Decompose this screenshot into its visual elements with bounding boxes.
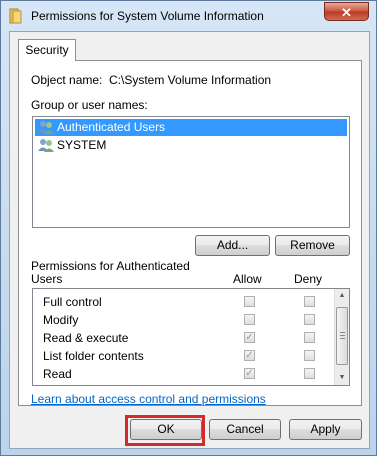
permission-row-read-execute: Read & execute ✓ (33, 329, 333, 347)
group-user-list[interactable]: Authenticated Users SYSTEM (32, 116, 350, 228)
permission-label: List folder contents (43, 349, 144, 363)
scroll-thumb[interactable] (336, 307, 348, 365)
access-control-help-link[interactable]: Learn about access control and permissio… (31, 392, 266, 406)
allow-column-header: Allow (233, 272, 262, 286)
users-icon (38, 139, 54, 152)
remove-button[interactable]: Remove (275, 235, 350, 256)
scroll-up-icon[interactable]: ▲ (335, 289, 349, 303)
permissions-header-line2: Users (31, 272, 63, 286)
security-panel: Object name: C:\System Volume Informatio… (18, 60, 362, 406)
grip-icon (340, 335, 345, 336)
list-item-authenticated-users[interactable]: Authenticated Users (35, 119, 347, 136)
user-name: SYSTEM (57, 138, 107, 152)
allow-checkbox[interactable] (244, 296, 255, 307)
object-name-value: C:\System Volume Information (109, 73, 272, 87)
permission-row-list-folder-contents: List folder contents ✓ (33, 347, 333, 365)
object-name-label: Object name: (31, 73, 103, 87)
list-item-system[interactable]: SYSTEM (35, 137, 347, 154)
deny-checkbox[interactable] (304, 296, 315, 307)
apply-button[interactable]: Apply (289, 419, 362, 440)
close-button[interactable]: ✕ (324, 2, 369, 21)
user-name: Authenticated Users (57, 120, 166, 134)
ok-button-highlight (125, 415, 205, 446)
scroll-down-icon[interactable]: ▼ (335, 371, 349, 385)
deny-checkbox[interactable] (304, 368, 315, 379)
close-icon: ✕ (341, 5, 352, 20)
grip-icon (340, 332, 345, 333)
permissions-dialog: Permissions for System Volume Informatio… (0, 0, 377, 456)
window-title: Permissions for System Volume Informatio… (31, 9, 264, 23)
add-button[interactable]: Add... (195, 235, 270, 256)
permission-label: Read & execute (43, 331, 129, 345)
deny-checkbox[interactable] (304, 332, 315, 343)
permissions-scrollbar[interactable]: ▲ ▼ (334, 289, 349, 385)
permission-row-full-control: Full control (33, 293, 333, 311)
dialog-body: Security Object name: C:\System Volume I… (9, 31, 370, 449)
permissions-header-line1: Permissions for Authenticated (31, 259, 190, 273)
allow-checkbox[interactable] (244, 314, 255, 325)
permission-row-modify: Modify (33, 311, 333, 329)
permissions-list: Full control Modify Read & execute ✓ Lis… (32, 288, 350, 386)
permission-row-read: Read ✓ (33, 365, 333, 383)
grip-icon (340, 338, 345, 339)
cancel-button[interactable]: Cancel (209, 419, 281, 440)
permission-label: Full control (43, 295, 102, 309)
deny-checkbox[interactable] (304, 350, 315, 361)
deny-column-header: Deny (294, 272, 323, 286)
allow-checkbox[interactable]: ✓ (244, 368, 255, 379)
folder-icon (9, 8, 22, 24)
tab-security[interactable]: Security (18, 39, 76, 61)
title-bar[interactable]: Permissions for System Volume Informatio… (1, 1, 376, 31)
users-icon (38, 121, 54, 134)
allow-checkbox[interactable]: ✓ (244, 350, 255, 361)
allow-checkbox[interactable]: ✓ (244, 332, 255, 343)
permission-label: Read (43, 367, 72, 381)
deny-checkbox[interactable] (304, 314, 315, 325)
group-user-names-label: Group or user names: (31, 98, 148, 112)
permission-label: Modify (43, 313, 79, 327)
